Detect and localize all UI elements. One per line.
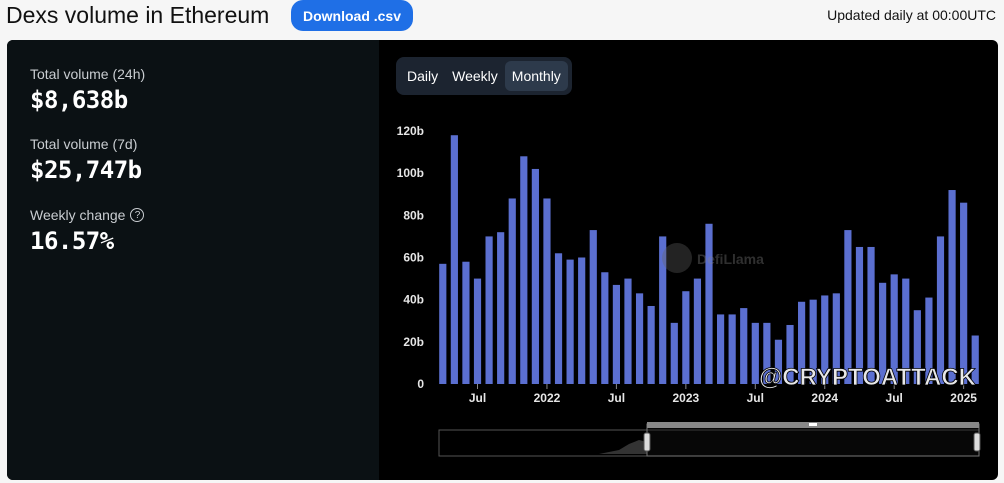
- chart-bar[interactable]: [705, 223, 713, 384]
- chart-bar[interactable]: [716, 314, 725, 384]
- x-tick-label: 2024: [811, 391, 838, 405]
- defillama-logo-icon: [662, 243, 692, 273]
- stat-value-24h: $8,638b: [30, 86, 128, 114]
- chart-bar[interactable]: [693, 278, 702, 384]
- defillama-watermark-text: DefiLlama: [697, 251, 764, 267]
- y-tick-label: 40b: [403, 293, 424, 307]
- y-axis: 0 20b 40b 60b 80b 100b 120b: [397, 124, 425, 391]
- chart-bar[interactable]: [647, 305, 655, 384]
- x-tick-label: Jul: [747, 391, 764, 405]
- chart-bar[interactable]: [543, 198, 551, 384]
- chart-bar[interactable]: [728, 314, 736, 384]
- y-tick-label: 0: [417, 377, 424, 391]
- y-tick-label: 80b: [403, 208, 424, 222]
- chart-bar[interactable]: [473, 278, 482, 384]
- chart-bar[interactable]: [531, 168, 539, 384]
- slider-handle-left[interactable]: [643, 432, 651, 452]
- dashboard-panel: Total volume (24h) $8,638b Total volume …: [7, 40, 998, 480]
- y-tick-label: 100b: [397, 166, 424, 180]
- cryptoattack-watermark: @CRYPTOATTACK: [759, 364, 977, 391]
- chart-bar[interactable]: [508, 198, 516, 384]
- volume-bar-chart: 0 20b 40b 60b 80b 100b 120b Jul 2022 Jul 2023 Jul 2…: [397, 124, 981, 457]
- chart-bar[interactable]: [844, 230, 852, 384]
- x-tick-label: 2022: [534, 391, 561, 405]
- download-csv-button[interactable]: Download .csv: [291, 0, 413, 31]
- x-tick-label: Jul: [469, 391, 486, 405]
- stat-label-7d: Total volume (7d): [30, 136, 138, 152]
- chart-bar[interactable]: [566, 259, 574, 384]
- slider-selection[interactable]: [646, 423, 980, 457]
- chart-area: Daily Weekly Monthly 0 20b 40b 60b 80b 100b 12…: [379, 40, 998, 480]
- chart-bar[interactable]: [624, 278, 632, 384]
- help-icon[interactable]: ?: [130, 208, 145, 222]
- chart-bar[interactable]: [439, 263, 447, 384]
- stats-panel: Total volume (24h) $8,638b Total volume …: [7, 40, 379, 480]
- x-tick-label: 2025: [950, 391, 977, 405]
- x-tick-label: Jul: [608, 391, 625, 405]
- chart-bar[interactable]: [520, 156, 528, 384]
- stat-label-24h: Total volume (24h): [30, 66, 146, 82]
- updated-note: Updated daily at 00:00UTC: [827, 7, 996, 23]
- slider-handle-right[interactable]: [973, 432, 981, 452]
- chart-bar[interactable]: [554, 253, 563, 384]
- chart-bar[interactable]: [497, 232, 505, 384]
- stat-value-weekly-change: 16.57%: [30, 227, 114, 255]
- chart-bar[interactable]: [960, 202, 968, 384]
- x-tick-label: Jul: [886, 391, 903, 405]
- y-tick-label: 120b: [397, 124, 424, 138]
- chart-bar[interactable]: [682, 291, 690, 384]
- x-tick-label: 2023: [672, 391, 699, 405]
- chart-bar[interactable]: [635, 293, 644, 384]
- stat-value-7d: $25,747b: [30, 156, 142, 184]
- chart-bar[interactable]: [485, 236, 493, 384]
- chart-bar[interactable]: [612, 284, 620, 384]
- chart-bar[interactable]: [462, 261, 470, 384]
- range-slider[interactable]: [438, 422, 981, 457]
- chart-bar[interactable]: [450, 135, 458, 384]
- slider-grip-icon[interactable]: [809, 423, 817, 426]
- chart-bar[interactable]: [589, 230, 597, 384]
- page-title: Dexs volume in Ethereum: [6, 2, 270, 28]
- chart-bar[interactable]: [740, 308, 748, 384]
- chart-bar[interactable]: [751, 322, 759, 384]
- y-tick-label: 20b: [403, 335, 424, 349]
- chart-bar[interactable]: [948, 190, 956, 384]
- stat-label-weekly-change: Weekly change ?: [30, 207, 145, 223]
- chart-bar[interactable]: [670, 322, 678, 384]
- chart-bar[interactable]: [578, 257, 586, 385]
- y-tick-label: 60b: [403, 251, 424, 265]
- chart-bar[interactable]: [936, 236, 945, 384]
- defillama-watermark: DefiLlama: [662, 243, 764, 273]
- chart-bar[interactable]: [601, 272, 609, 384]
